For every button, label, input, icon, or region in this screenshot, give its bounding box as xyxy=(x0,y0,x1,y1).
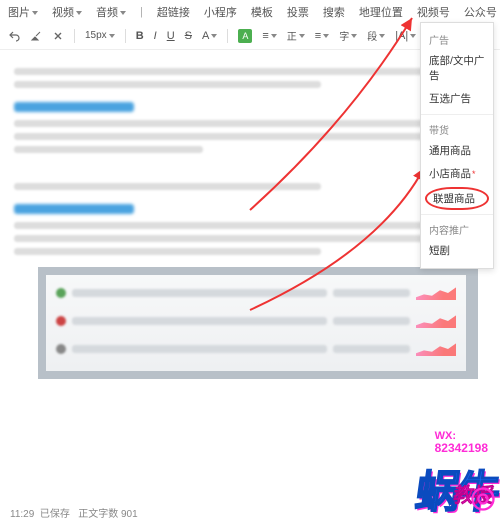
dropdown-section-goods: 带货 xyxy=(421,119,493,139)
menu-hyperlink[interactable]: 超链接 xyxy=(157,4,190,20)
status-time: 11:29 xyxy=(10,509,34,520)
linespace-button[interactable]: ≡ xyxy=(315,30,329,42)
strike-button[interactable]: S xyxy=(185,30,192,42)
justify-button[interactable]: 正 xyxy=(287,28,305,43)
bold-button[interactable]: B xyxy=(136,30,144,42)
dropdown-item-shop-goods[interactable]: 小店商品* xyxy=(421,162,493,185)
clear-format-button[interactable] xyxy=(52,30,64,42)
menu-separator: | xyxy=(140,6,143,18)
menu-location[interactable]: 地理位置 xyxy=(359,4,403,20)
dropdown-section-ads: 广告 xyxy=(421,29,493,49)
menu-search[interactable]: 搜索 xyxy=(323,4,345,20)
dropdown-item-generic-goods[interactable]: 通用商品 xyxy=(421,139,493,162)
letterspace-button[interactable]: |A| xyxy=(395,30,416,42)
dropdown-divider xyxy=(421,214,493,215)
dropdown-divider xyxy=(421,114,493,115)
dropdown-item-interactive-ad[interactable]: 互选广告 xyxy=(421,87,493,110)
align-button[interactable]: ≡ xyxy=(262,30,276,42)
dropdown-item-shortdrama[interactable]: 短剧 xyxy=(421,239,493,262)
menu-official-account[interactable]: 公众号 xyxy=(464,4,497,20)
paragraph-button[interactable]: 段 xyxy=(367,28,385,43)
brush-button[interactable] xyxy=(30,30,42,42)
undo-button[interactable] xyxy=(8,30,20,42)
toolbar-separator xyxy=(74,29,75,43)
menu-channel[interactable]: 视频号 xyxy=(417,4,450,20)
embedded-screenshot xyxy=(38,267,478,379)
font-size-select[interactable]: 15px xyxy=(85,30,115,41)
menu-video[interactable]: 视频 xyxy=(52,4,82,20)
highlight-button[interactable]: A xyxy=(238,29,252,43)
italic-button[interactable]: I xyxy=(154,30,157,42)
font-color-button[interactable]: A xyxy=(202,30,217,42)
menu-audio[interactable]: 音频 xyxy=(96,4,126,20)
status-bar: 11:29 已保存 正文字数 901 xyxy=(0,501,500,524)
top-menu: 图片 视频 音频 | 超链接 小程序 模板 投票 搜索 地理位置 视频号 公众号… xyxy=(0,0,500,24)
menu-image[interactable]: 图片 xyxy=(8,4,38,20)
dropdown-item-bottom-mid-ad[interactable]: 底部/文中广告 xyxy=(421,49,493,87)
status-wordcount: 正文字数 901 xyxy=(78,509,137,520)
indent-button[interactable]: 字 xyxy=(339,28,357,43)
monetize-dropdown: 广告 底部/文中广告 互选广告 带货 通用商品 小店商品* 联盟商品 内容推广 … xyxy=(420,22,494,269)
status-saved: 已保存 xyxy=(40,509,70,520)
underline-button[interactable]: U xyxy=(167,30,175,42)
menu-poll[interactable]: 投票 xyxy=(287,4,309,20)
menu-template[interactable]: 模板 xyxy=(251,4,273,20)
toolbar-separator xyxy=(125,29,126,43)
toolbar-separator xyxy=(227,29,228,43)
dropdown-item-alliance-goods[interactable]: 联盟商品 xyxy=(425,187,489,210)
menu-miniprogram[interactable]: 小程序 xyxy=(204,4,237,20)
dropdown-section-promo: 内容推广 xyxy=(421,219,493,239)
